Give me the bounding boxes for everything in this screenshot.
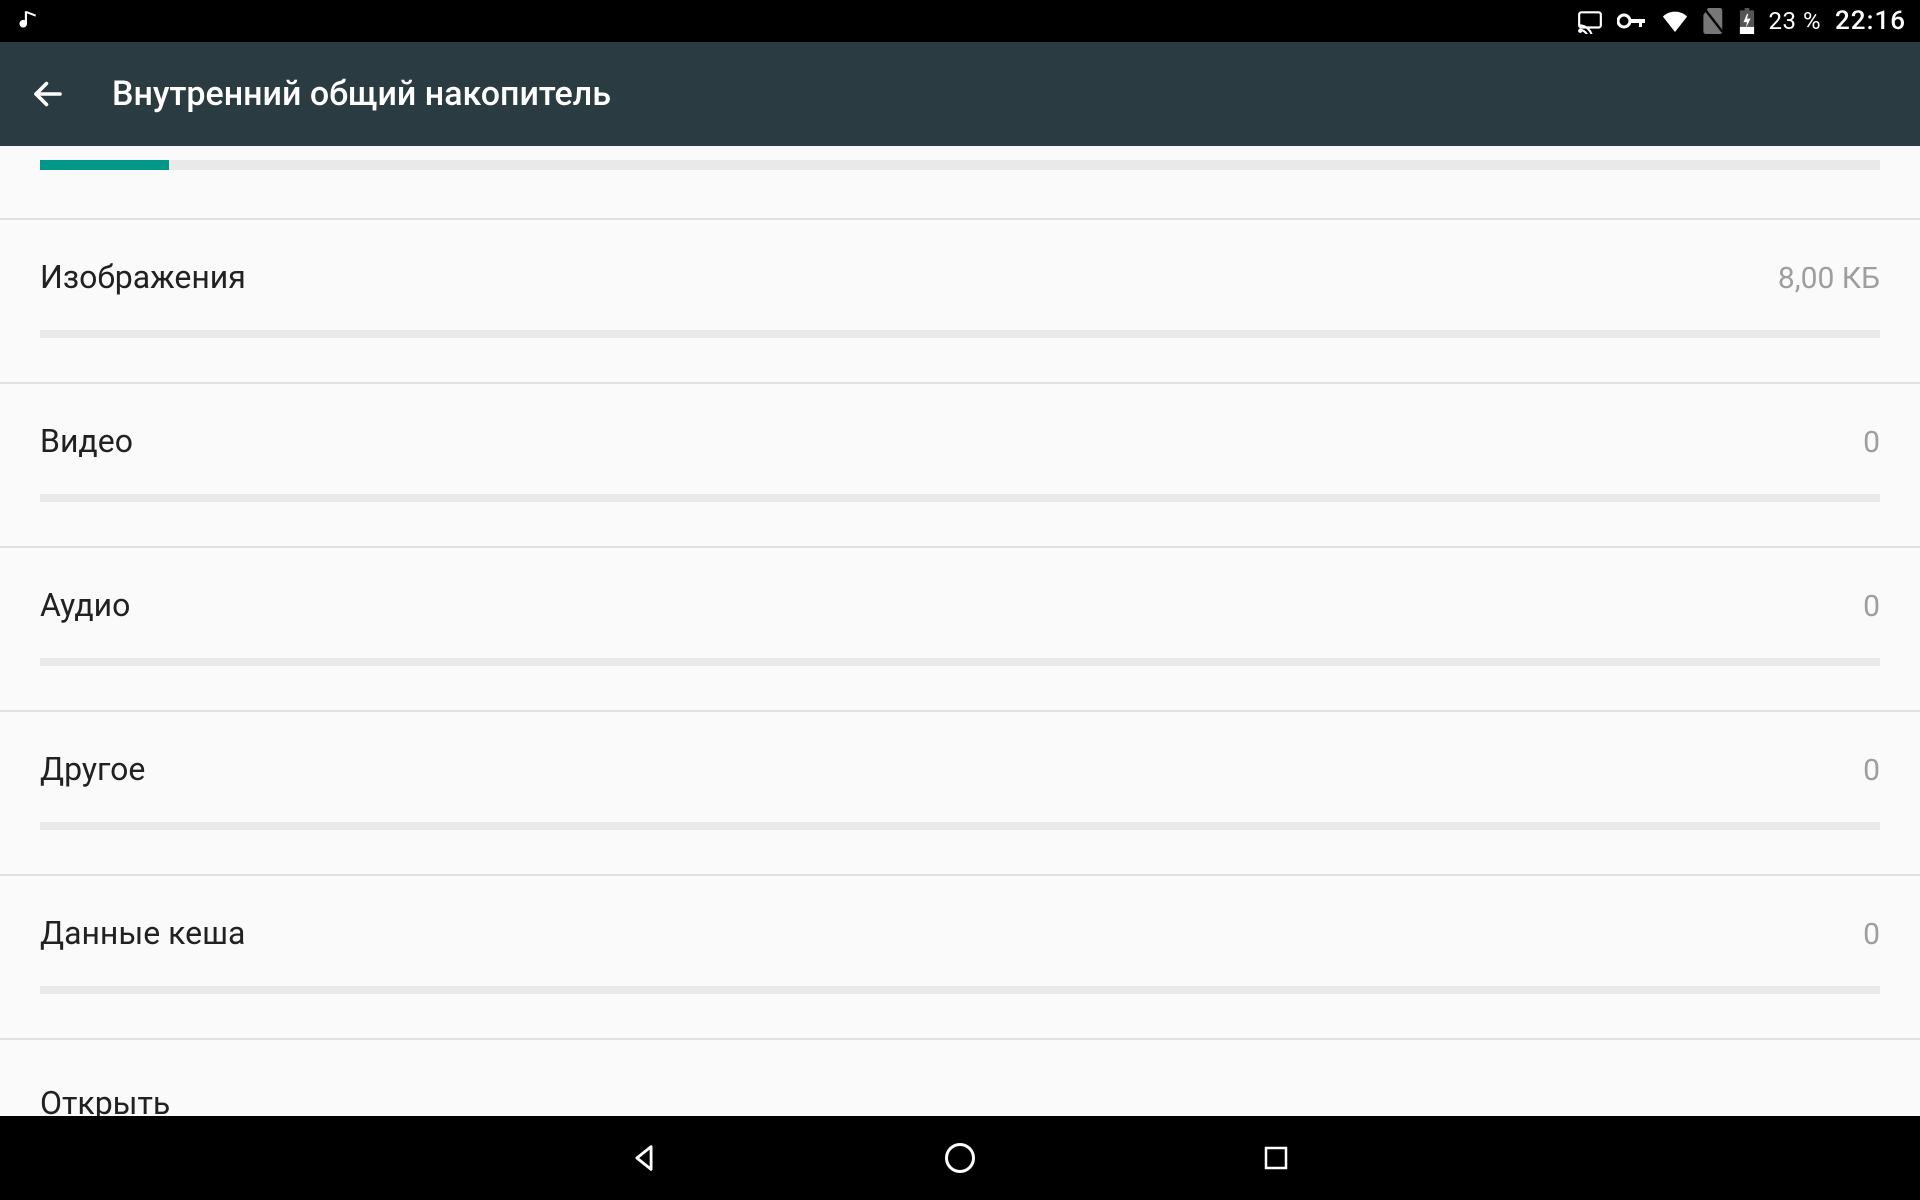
overall-usage-bar (0, 160, 1920, 170)
storage-category-video[interactable]: Видео 0 (0, 384, 1920, 548)
app-bar: Внутренний общий накопитель (0, 42, 1920, 146)
category-value: 0 (1863, 425, 1880, 460)
vpn-key-icon (1617, 11, 1647, 31)
category-bar (40, 658, 1880, 666)
category-label: Другое (40, 750, 145, 788)
category-bar (40, 494, 1880, 502)
music-icon (14, 8, 40, 34)
navigation-bar (0, 1116, 1920, 1200)
category-label: Аудио (40, 586, 130, 624)
no-sim-icon (1703, 8, 1725, 34)
wifi-icon (1661, 10, 1689, 32)
open-label: Открыть (40, 1084, 170, 1116)
clock: 22:16 (1835, 6, 1906, 36)
content-area: Изображения 8,00 КБ Видео 0 Аудио 0 Друг… (0, 146, 1920, 1116)
page-title: Внутренний общий накопитель (112, 74, 611, 114)
cast-icon (1577, 8, 1603, 34)
category-bar (40, 330, 1880, 338)
nav-back-button[interactable] (616, 1130, 672, 1186)
storage-category-other[interactable]: Другое 0 (0, 712, 1920, 876)
category-label: Видео (40, 422, 133, 460)
category-label: Данные кеша (40, 914, 245, 952)
storage-category-audio[interactable]: Аудио 0 (0, 548, 1920, 712)
battery-charging-icon (1739, 8, 1755, 34)
category-bar (40, 822, 1880, 830)
status-bar: 23 % 22:16 (0, 0, 1920, 42)
open-explorer-button[interactable]: Открыть (0, 1040, 1920, 1116)
storage-category-cache[interactable]: Данные кеша 0 (0, 876, 1920, 1040)
category-value: 0 (1863, 753, 1880, 788)
category-bar (40, 986, 1880, 994)
nav-recents-button[interactable] (1248, 1130, 1304, 1186)
back-button[interactable] (24, 70, 72, 118)
battery-percentage: 23 % (1769, 7, 1822, 35)
category-value: 0 (1863, 589, 1880, 624)
category-value: 8,00 КБ (1778, 261, 1880, 296)
nav-home-button[interactable] (932, 1130, 988, 1186)
category-label: Изображения (40, 258, 246, 296)
category-value: 0 (1863, 917, 1880, 952)
storage-category-images[interactable]: Изображения 8,00 КБ (0, 220, 1920, 384)
